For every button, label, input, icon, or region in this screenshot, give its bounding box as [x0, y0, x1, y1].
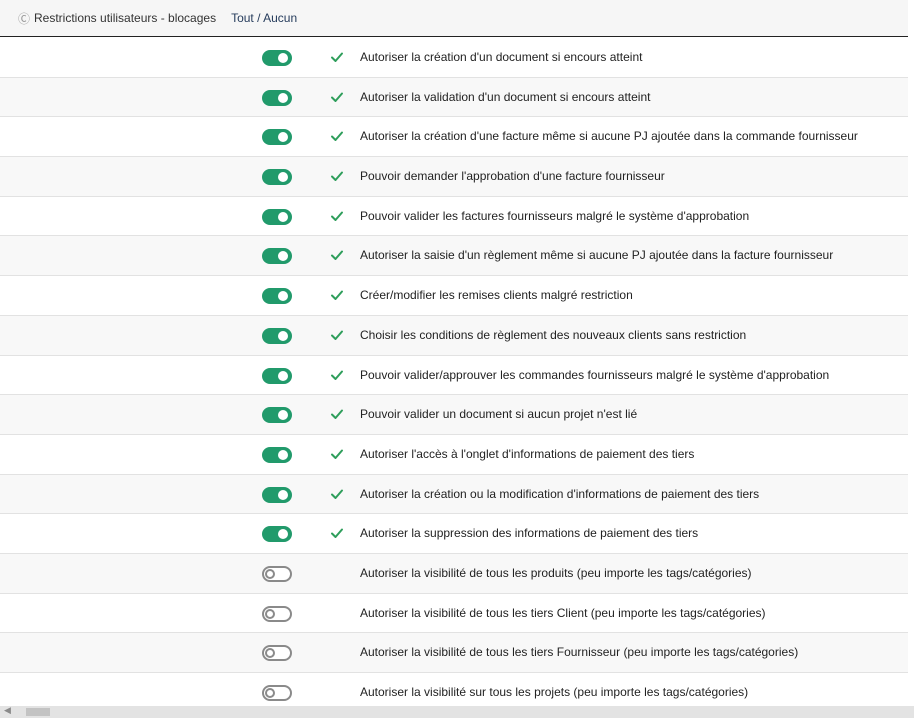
- toggle-on-icon[interactable]: [262, 89, 292, 106]
- checkmark-icon: [331, 131, 343, 142]
- c-icon: Ⓒ: [18, 11, 31, 26]
- toggle-off-icon[interactable]: [262, 645, 292, 662]
- checkmark-icon: [331, 528, 343, 539]
- toggle-on-icon[interactable]: [262, 129, 292, 146]
- permission-label: Autoriser la validation d'un document si…: [360, 89, 651, 104]
- toggle-off-icon[interactable]: [262, 565, 292, 582]
- toggle-on-icon[interactable]: [262, 367, 292, 384]
- permissions-panel: Ⓒ Restrictions utilisateurs - blocages T…: [0, 0, 914, 718]
- section-header: Ⓒ Restrictions utilisateurs - blocages T…: [0, 0, 908, 37]
- permission-label: Créer/modifier les remises clients malgr…: [360, 288, 633, 303]
- toggle-off-icon[interactable]: [262, 685, 292, 701]
- checkmark-icon: [331, 409, 343, 420]
- permission-row: Autoriser la visibilité de tous les prod…: [0, 553, 908, 594]
- permission-row: Choisir les conditions de règlement des …: [0, 315, 908, 356]
- permission-row: Autoriser la visibilité de tous les tier…: [0, 593, 908, 634]
- toggle-on-icon[interactable]: [262, 407, 292, 424]
- permission-label: Pouvoir valider/approuver les commandes …: [360, 367, 830, 382]
- toggle-on-icon[interactable]: [262, 208, 292, 225]
- permission-row: Autoriser la validation d'un document si…: [0, 77, 908, 118]
- permission-row: Pouvoir valider/approuver les commandes …: [0, 355, 908, 396]
- permission-label: Pouvoir demander l'approbation d'une fac…: [360, 169, 665, 184]
- toggle-on-icon[interactable]: [262, 526, 292, 543]
- permission-label: Autoriser la visibilité de tous les tier…: [360, 605, 766, 620]
- checkmark-icon: [331, 330, 343, 340]
- permission-label: Autoriser la visibilité de tous les tier…: [360, 645, 799, 660]
- permission-row: Créer/modifier les remises clients malgr…: [0, 276, 908, 316]
- toggle-on-icon[interactable]: [262, 486, 292, 503]
- permission-row: Autoriser la création ou la modification…: [0, 474, 908, 515]
- permission-row: Pouvoir valider un document si aucun pro…: [0, 395, 908, 435]
- permission-label: Choisir les conditions de règlement des …: [360, 327, 747, 342]
- permissions-list: Autoriser la création d'un document si e…: [0, 38, 908, 713]
- permission-row: Autoriser la création d'une facture même…: [0, 117, 908, 158]
- permission-label: Pouvoir valider un document si aucun pro…: [360, 407, 638, 422]
- checkmark-icon: [331, 290, 343, 301]
- permission-row: Pouvoir demander l'approbation d'une fac…: [0, 157, 908, 197]
- checkmark-icon: [331, 250, 343, 261]
- toggle-on-icon[interactable]: [262, 169, 292, 186]
- toggle-on-icon[interactable]: [262, 446, 292, 463]
- permission-row: Autoriser la création d'un document si e…: [0, 38, 908, 78]
- permission-label: Autoriser la création d'une facture même…: [360, 129, 858, 144]
- scroll-left-icon[interactable]: ◀: [4, 705, 11, 716]
- permission-row: Autoriser la visibilité de tous les tier…: [0, 633, 908, 673]
- permission-row: Autoriser la saisie d'un règlement même …: [0, 236, 908, 277]
- checkmark-icon: [331, 489, 343, 499]
- checkmark-icon: [331, 449, 343, 459]
- toggle-off-icon[interactable]: [262, 605, 292, 622]
- permission-label: Autoriser la création d'un document si e…: [360, 50, 643, 64]
- permission-label: Autoriser la saisie d'un règlement même …: [360, 248, 834, 263]
- permission-row: Pouvoir valider les factures fournisseur…: [0, 196, 908, 237]
- scrollbar-thumb[interactable]: [26, 708, 50, 716]
- permission-label: Pouvoir valider les factures fournisseur…: [360, 208, 750, 223]
- section-title: Restrictions utilisateurs - blocages: [34, 11, 217, 25]
- toggle-on-icon[interactable]: [262, 327, 292, 344]
- permission-label: Autoriser la création ou la modification…: [360, 486, 760, 501]
- checkmark-icon: [331, 211, 343, 221]
- permission-label: Autoriser l'accès à l'onglet d'informati…: [360, 446, 695, 461]
- horizontal-scrollbar[interactable]: ◀: [0, 705, 914, 718]
- toggle-all-link[interactable]: Tout / Aucun: [231, 11, 297, 25]
- toggle-on-icon[interactable]: [262, 248, 292, 265]
- permission-row: Autoriser la suppression des information…: [0, 514, 908, 554]
- permission-label: Autoriser la visibilité de tous les prod…: [360, 565, 752, 580]
- checkmark-icon: [331, 171, 343, 182]
- permission-label: Autoriser la suppression des information…: [360, 526, 699, 541]
- permission-row: Autoriser l'accès à l'onglet d'informati…: [0, 434, 908, 475]
- toggle-on-icon[interactable]: [262, 288, 292, 305]
- toggle-on-icon[interactable]: [262, 50, 292, 66]
- checkmark-icon: [331, 92, 343, 102]
- checkmark-icon: [331, 370, 343, 380]
- checkmark-icon: [331, 52, 343, 62]
